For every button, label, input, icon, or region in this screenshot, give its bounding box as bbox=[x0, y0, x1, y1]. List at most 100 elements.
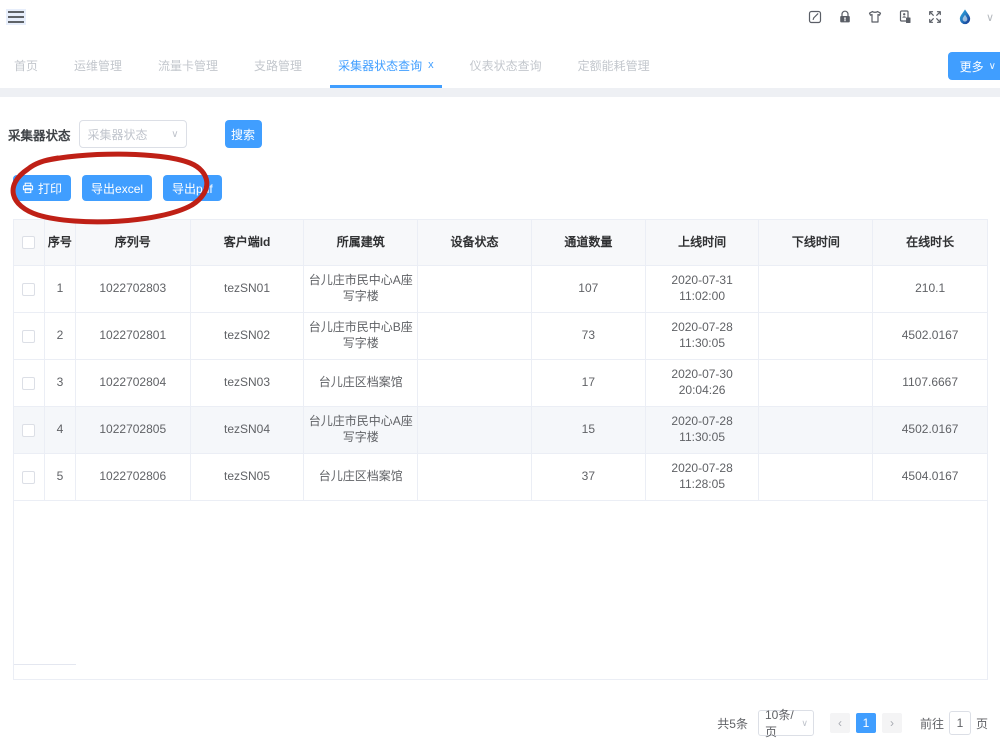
table-row[interactable]: 41022702805tezSN04台儿庄市民中心A座写字楼152020-07-… bbox=[14, 407, 987, 454]
table-cell: tezSN01 bbox=[191, 266, 305, 313]
tab-label: 首页 bbox=[14, 57, 38, 74]
logo-flame-icon[interactable] bbox=[956, 8, 974, 26]
table-cell: 1022702806 bbox=[76, 454, 191, 501]
table-empty-area bbox=[14, 501, 987, 680]
table-cell: 1022702801 bbox=[76, 313, 191, 360]
chevron-down-icon: ∨ bbox=[801, 718, 808, 729]
table-cell bbox=[418, 266, 532, 313]
export-pdf-button[interactable]: 导出pdf bbox=[163, 175, 222, 201]
page-size-select[interactable]: 10条/页 ∨ bbox=[758, 710, 814, 736]
print-button[interactable]: 打印 bbox=[13, 175, 71, 201]
table-cell: 台儿庄区档案馆 bbox=[304, 360, 418, 407]
row-checkbox[interactable] bbox=[22, 471, 35, 484]
user-chevron-down-icon[interactable]: ∨ bbox=[986, 11, 994, 24]
table-cell: 1 bbox=[45, 266, 76, 313]
edit-form-icon[interactable] bbox=[806, 8, 824, 26]
theme-shirt-icon[interactable] bbox=[866, 8, 884, 26]
lock-icon[interactable] bbox=[836, 8, 854, 26]
tab-6[interactable]: 仪表状态查询 bbox=[470, 42, 542, 88]
topbar-icons: ∨ bbox=[806, 8, 994, 26]
table-body: 11022702803tezSN01台儿庄市民中心A座写字楼1072020-07… bbox=[14, 266, 987, 501]
row-checkbox-cell bbox=[14, 407, 45, 454]
table-cell bbox=[759, 266, 873, 313]
tab-bar-items: 首页 运维管理 流量卡管理支路管理采集器状态查询x 仪表状态查询 定额能耗管理 bbox=[0, 42, 1000, 88]
table-cell: 台儿庄市民中心A座写字楼 bbox=[304, 266, 418, 313]
table-header-row: 序号序列号客户端Id所属建筑设备状态通道数量上线时间下线时间在线时长 bbox=[14, 220, 987, 266]
export-excel-button[interactable]: 导出excel bbox=[82, 175, 152, 201]
menu-toggle-icon[interactable] bbox=[8, 8, 24, 26]
table-row[interactable]: 51022702806tezSN05台儿庄区档案馆372020-07-28 11… bbox=[14, 454, 987, 501]
prev-page-button[interactable]: ‹ bbox=[830, 713, 850, 733]
table-cell: 1022702805 bbox=[76, 407, 191, 454]
table-row[interactable]: 31022702804tezSN03台儿庄区档案馆172020-07-30 20… bbox=[14, 360, 987, 407]
fullscreen-icon[interactable] bbox=[926, 8, 944, 26]
row-checkbox[interactable] bbox=[22, 283, 35, 296]
tab-3[interactable]: 流量卡管理 bbox=[158, 42, 218, 88]
chevron-down-icon: ∨ bbox=[989, 61, 996, 72]
goto-page-input[interactable] bbox=[949, 711, 971, 735]
row-checkbox[interactable] bbox=[22, 424, 35, 437]
tab-2[interactable]: 运维管理 bbox=[74, 42, 122, 88]
next-page-button[interactable]: › bbox=[882, 713, 902, 733]
tab-1[interactable]: 首页 bbox=[14, 42, 38, 88]
table-cell: 4502.0167 bbox=[873, 407, 987, 454]
tab-7[interactable]: 定额能耗管理 bbox=[578, 42, 650, 88]
page-number-1[interactable]: 1 bbox=[856, 713, 876, 733]
tabbar-divider bbox=[0, 88, 1000, 97]
select-all-checkbox[interactable] bbox=[22, 236, 35, 249]
collector-status-label: 采集器状态 bbox=[8, 125, 71, 144]
column-header: 上线时间 bbox=[646, 220, 760, 266]
table-cell: 3 bbox=[45, 360, 76, 407]
table-cell: 2020-07-28 11:28:05 bbox=[646, 454, 760, 501]
column-header: 下线时间 bbox=[759, 220, 873, 266]
row-checkbox-cell bbox=[14, 454, 45, 501]
table-cell: 2020-07-30 20:04:26 bbox=[646, 360, 760, 407]
column-header: 客户端Id bbox=[191, 220, 305, 266]
actions-row: 打印 导出excel 导出pdf bbox=[13, 175, 222, 201]
table-cell: 17 bbox=[532, 360, 646, 407]
table-row[interactable]: 11022702803tezSN01台儿庄市民中心A座写字楼1072020-07… bbox=[14, 266, 987, 313]
row-checkbox[interactable] bbox=[22, 330, 35, 343]
table-cell: 台儿庄市民中心A座写字楼 bbox=[304, 407, 418, 454]
page-unit-label: 页 bbox=[976, 715, 988, 732]
column-header: 序号 bbox=[45, 220, 76, 266]
table-cell bbox=[759, 407, 873, 454]
column-header: 通道数量 bbox=[532, 220, 646, 266]
table-cell: 台儿庄市民中心B座写字楼 bbox=[304, 313, 418, 360]
tab-4[interactable]: 支路管理 bbox=[254, 42, 302, 88]
column-header: 设备状态 bbox=[418, 220, 532, 266]
row-checkbox-cell bbox=[14, 360, 45, 407]
header-checkbox-cell bbox=[14, 220, 45, 266]
table-cell bbox=[418, 454, 532, 501]
tab-5[interactable]: 采集器状态查询x bbox=[338, 42, 434, 88]
copy-id-icon[interactable] bbox=[896, 8, 914, 26]
table-cell: tezSN03 bbox=[191, 360, 305, 407]
total-count: 共5条 bbox=[717, 715, 748, 732]
search-button[interactable]: 搜索 bbox=[225, 120, 262, 148]
table-row[interactable]: 21022702801tezSN02台儿庄市民中心B座写字楼732020-07-… bbox=[14, 313, 987, 360]
row-checkbox-cell bbox=[14, 266, 45, 313]
fixed-column-edge bbox=[14, 664, 76, 665]
row-checkbox-cell bbox=[14, 313, 45, 360]
table-cell: 2 bbox=[45, 313, 76, 360]
column-header: 所属建筑 bbox=[304, 220, 418, 266]
table-cell: 2020-07-31 11:02:00 bbox=[646, 266, 760, 313]
table-cell bbox=[418, 407, 532, 454]
table-cell bbox=[759, 454, 873, 501]
tab-close-icon[interactable]: x bbox=[428, 59, 434, 71]
table-cell: 2020-07-28 11:30:05 bbox=[646, 313, 760, 360]
table-cell: tezSN05 bbox=[191, 454, 305, 501]
tab-label: 仪表状态查询 bbox=[470, 57, 542, 74]
row-checkbox[interactable] bbox=[22, 377, 35, 390]
table-cell: 4504.0167 bbox=[873, 454, 987, 501]
table-cell: tezSN04 bbox=[191, 407, 305, 454]
topbar: ∨ bbox=[0, 0, 1000, 42]
collector-status-select[interactable]: 采集器状态 ∨ bbox=[79, 120, 187, 148]
table-cell: 2020-07-28 11:30:05 bbox=[646, 407, 760, 454]
tab-label: 运维管理 bbox=[74, 57, 122, 74]
more-button[interactable]: 更多∨ bbox=[948, 52, 1000, 80]
table-cell: 1107.6667 bbox=[873, 360, 987, 407]
goto-label: 前往 bbox=[920, 715, 944, 732]
table-cell: tezSN02 bbox=[191, 313, 305, 360]
table-cell: 1022702803 bbox=[76, 266, 191, 313]
